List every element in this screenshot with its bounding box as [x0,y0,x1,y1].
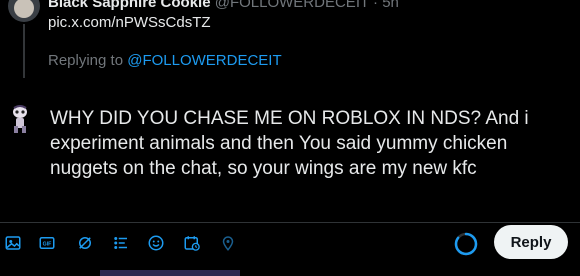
gif-icon: GIF [39,237,55,249]
reply-button[interactable]: Reply [494,225,568,259]
location-icon [222,236,234,251]
grok-button[interactable] [72,230,98,256]
image-icon [5,236,21,250]
schedule-icon [184,236,200,251]
parent-author-name[interactable]: Black Sapphire Cookie [48,0,211,11]
cookie-avatar-icon [13,105,27,133]
composer-toolbar: GIF [0,230,580,260]
media-preview-edge [100,270,240,276]
parent-author-handle-time[interactable]: @FOLLOWERDECEIT · 5h [215,0,399,11]
gif-button[interactable]: GIF [34,230,60,256]
replying-to-prefix: Replying to [48,52,124,69]
emoji-button[interactable] [143,230,169,256]
replying-to: Replying to @FOLLOWERDECEIT [48,52,282,69]
emoji-icon [148,235,164,251]
parent-header: Black Sapphire Cookie @FOLLOWERDECEIT · … [48,0,399,11]
reply-avatar[interactable] [8,104,32,134]
poll-button[interactable] [108,230,134,256]
schedule-button[interactable] [179,230,205,256]
parent-avatar[interactable] [8,0,40,22]
svg-text:GIF: GIF [43,241,53,247]
location-button[interactable] [215,230,241,256]
poll-icon [114,237,127,249]
parent-tweet-text[interactable]: pic.x.com/nPWSsCdsTZ [48,14,211,31]
thread-line [23,24,25,78]
parent-tweet: Black Sapphire Cookie @FOLLOWERDECEIT · … [0,0,580,80]
character-count-ring [454,232,478,256]
media-button[interactable] [0,230,26,256]
replying-to-mention[interactable]: @FOLLOWERDECEIT [127,52,281,69]
grok-icon [79,237,91,249]
reply-text[interactable]: WHY DID YOU CHASE ME ON ROBLOX IN NDS? A… [50,106,560,181]
divider [0,222,580,223]
